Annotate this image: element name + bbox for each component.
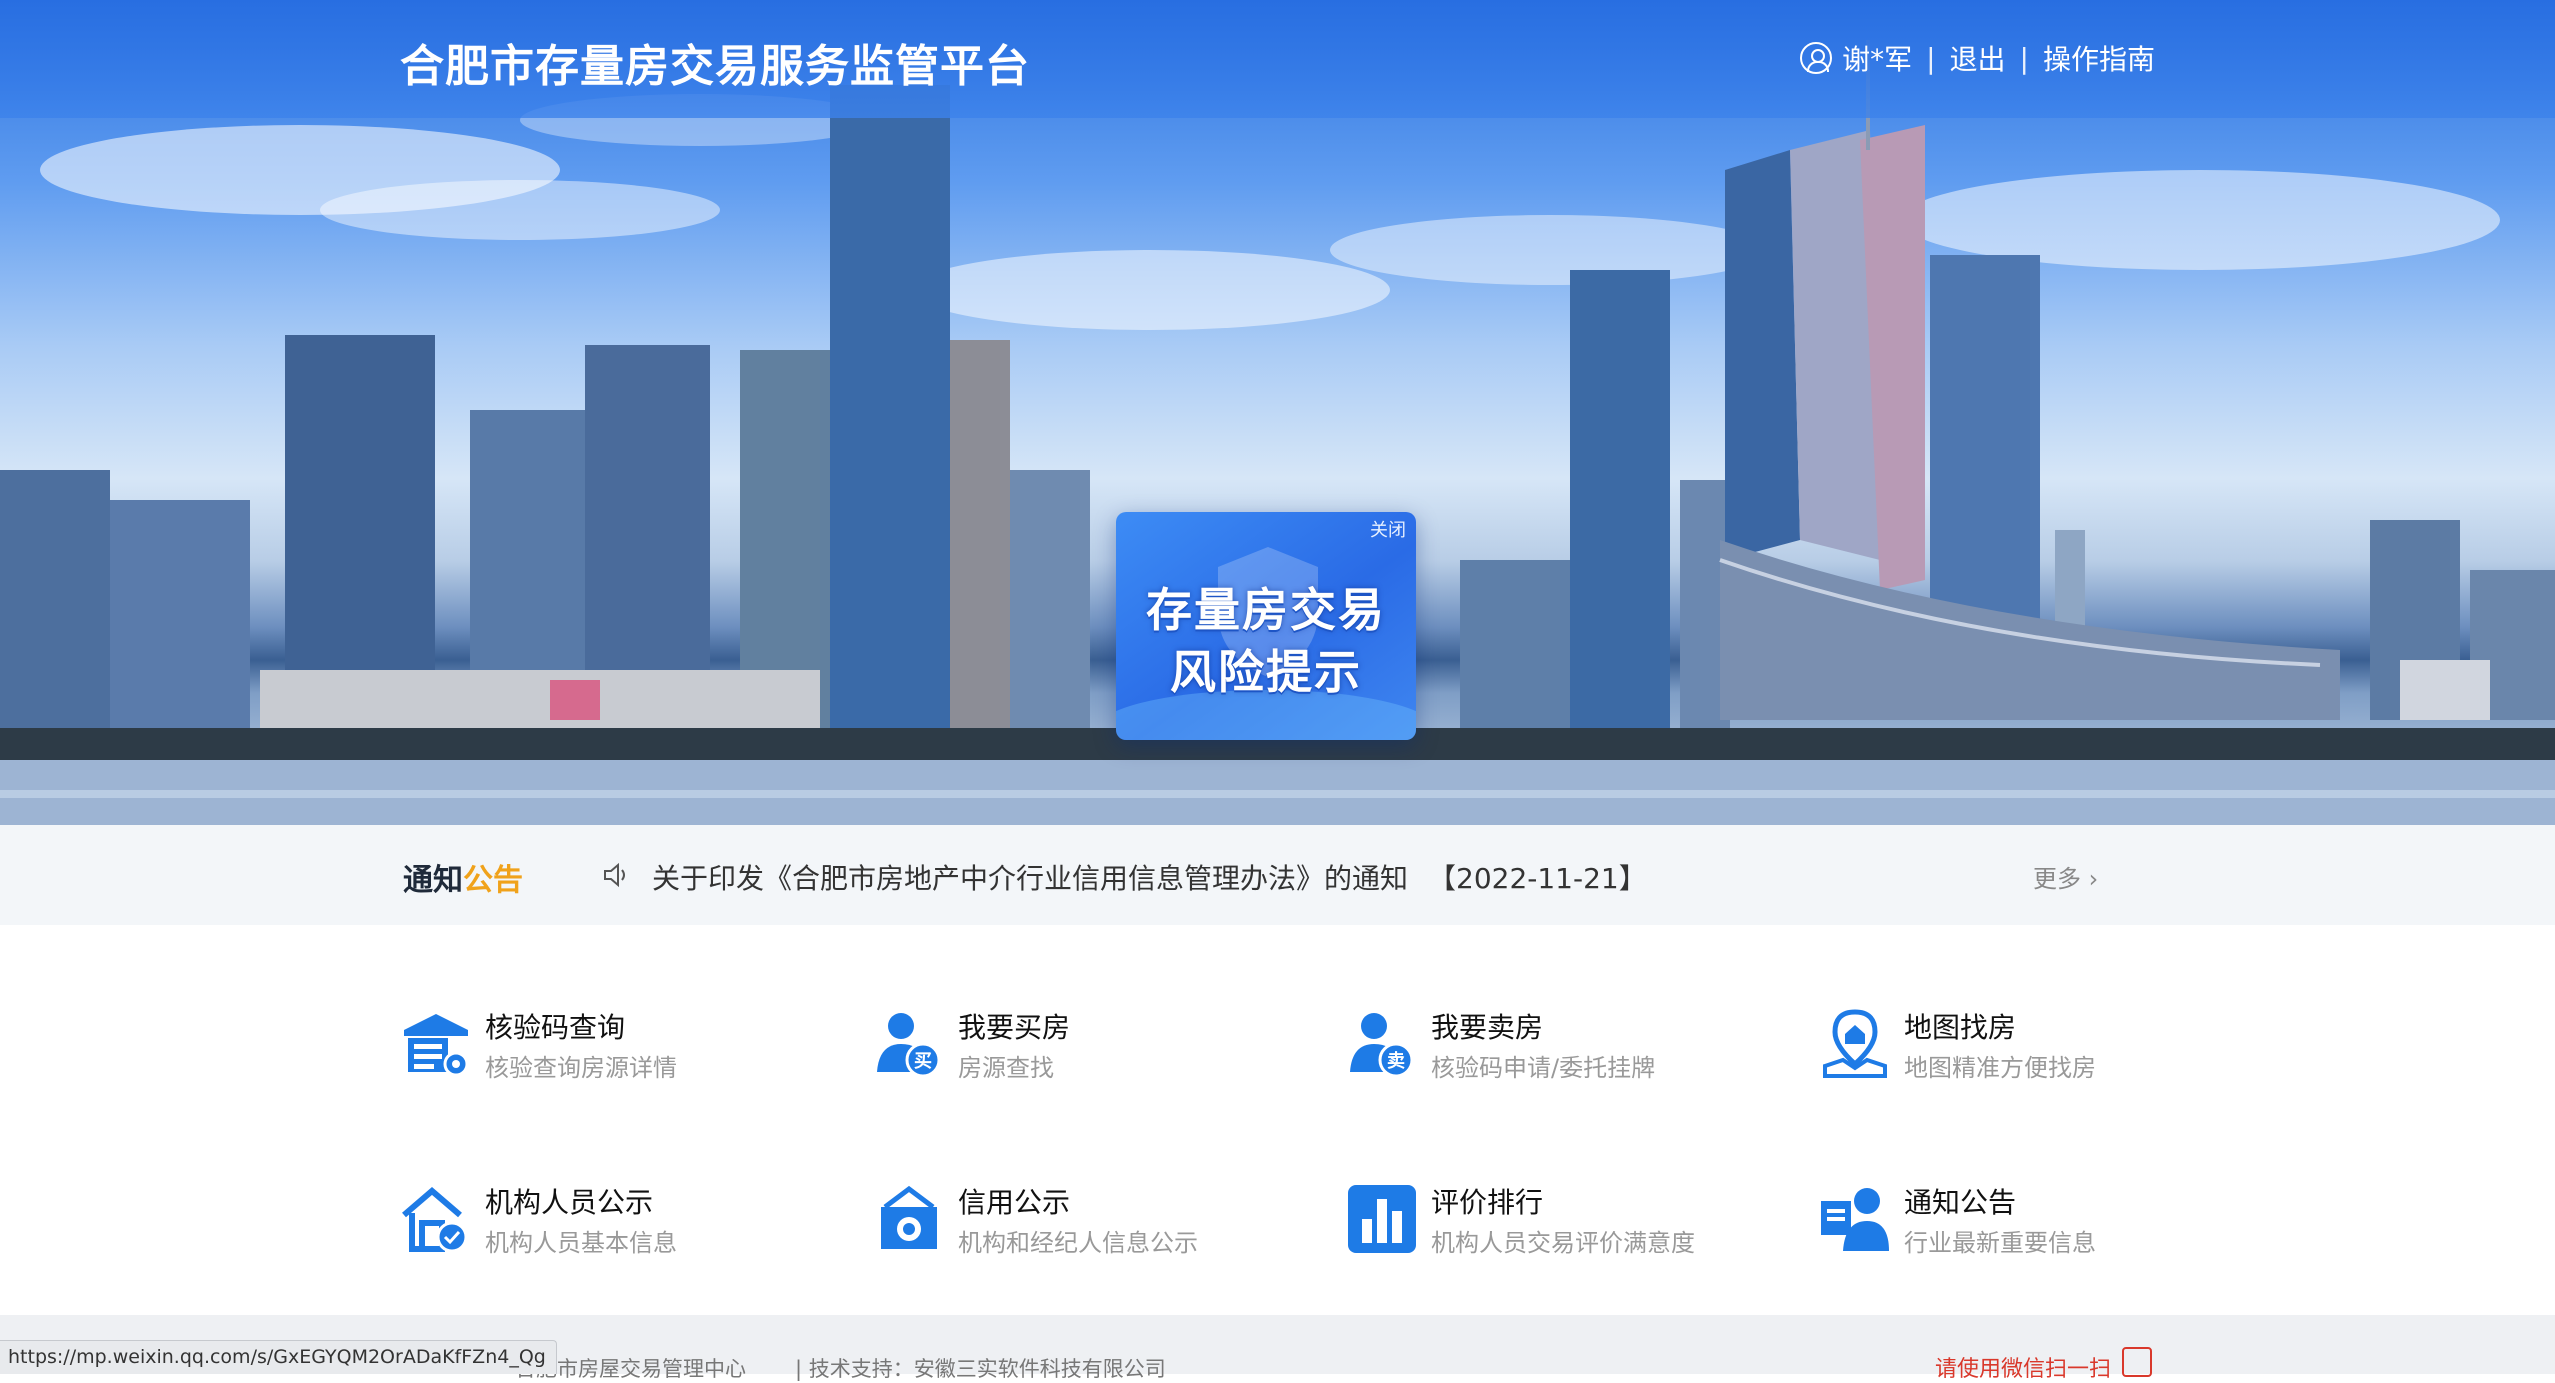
service-sell-house[interactable]: 卖 我要卖房 核验码申请/委托挂牌 — [1346, 1000, 1766, 1090]
operation-guide-link[interactable]: 操作指南 — [2043, 38, 2155, 78]
service-title: 通知公告 — [1904, 1186, 2017, 1219]
user-buy-icon: 买 — [877, 1013, 941, 1078]
popup-heading-line1: 存量房交易 — [1146, 583, 1386, 637]
risk-notice-popup[interactable]: 关闭 存量房交易 风险提示 — [1116, 512, 1416, 740]
svg-text:卖: 卖 — [1387, 1050, 1405, 1072]
user-navigation: 谢*军 | 退出 | 操作指南 — [1800, 38, 2155, 78]
footer-wechat-scan: 请使用微信扫一扫 — [1935, 1357, 2112, 1382]
building-gear-icon — [404, 1014, 469, 1077]
service-grid: 核验码查询 核验查询房源详情 买 我要买房 房源查找 卖 我要卖房 核验码申请/… — [0, 925, 2555, 1315]
service-description: 房源查找 — [958, 1054, 1054, 1082]
site-title: 合肥市存量房交易服务监管平台 — [400, 41, 1030, 92]
service-title: 机构人员公示 — [485, 1186, 654, 1219]
nav-separator: | — [1926, 41, 1936, 75]
notice-section-title: 通知公告 — [403, 855, 523, 899]
service-description: 机构和经纪人信息公示 — [958, 1229, 1198, 1257]
service-verify-code-query[interactable]: 核验码查询 核验查询房源详情 — [400, 1000, 820, 1090]
service-title: 我要卖房 — [1431, 1011, 1544, 1044]
popup-heading-line2: 风险提示 — [1170, 645, 1362, 699]
announcer-icon — [1821, 1188, 1889, 1251]
logout-link[interactable]: 退出 — [1950, 38, 2006, 78]
service-description: 地图精准方便找房 — [1904, 1054, 2096, 1082]
service-credit-disclosure[interactable]: 信用公示 机构和经纪人信息公示 — [873, 1175, 1293, 1265]
service-rating-ranking[interactable]: 评价排行 机构人员交易评价满意度 — [1346, 1175, 1766, 1265]
service-description: 核验查询房源详情 — [485, 1054, 677, 1082]
svg-text:买: 买 — [914, 1051, 932, 1072]
map-pin-house-icon — [1823, 1009, 1887, 1078]
service-description: 机构人员交易评价满意度 — [1431, 1229, 1695, 1257]
user-sell-icon: 卖 — [1350, 1013, 1414, 1078]
service-title: 地图找房 — [1904, 1011, 2017, 1044]
service-agency-staff-disclosure[interactable]: 机构人员公示 机构人员基本信息 — [400, 1175, 820, 1265]
browser-status-url: https://mp.weixin.qq.com/s/GxEGYQM2OrADa… — [0, 1340, 557, 1374]
hero-banner: 合肥市存量房交易服务监管平台 谢*军 | 退出 | 操作指南 关闭 存量房交易 … — [0, 0, 2555, 825]
service-title: 核验码查询 — [485, 1011, 626, 1044]
top-navigation-bar: 合肥市存量房交易服务监管平台 谢*军 | 退出 | 操作指南 — [0, 0, 2555, 118]
service-title: 我要买房 — [958, 1011, 1071, 1044]
house-check-icon — [402, 1187, 468, 1253]
popup-close-button[interactable]: 关闭 — [1370, 516, 1406, 542]
bar-chart-icon — [1348, 1185, 1416, 1253]
notice-date: 【2022-11-21】 — [1428, 862, 1647, 895]
user-avatar-icon — [1800, 42, 1833, 74]
service-title: 评价排行 — [1431, 1186, 1544, 1219]
service-description: 机构人员基本信息 — [485, 1229, 677, 1257]
notice-title-part1: 通知 — [403, 863, 463, 898]
user-name[interactable]: 谢*军 — [1842, 38, 1912, 78]
service-description: 核验码申请/委托挂牌 — [1431, 1054, 1656, 1082]
credit-medal-icon — [881, 1185, 937, 1249]
service-description: 行业最新重要信息 — [1904, 1229, 2096, 1257]
footer-tech-support: | 技术支持：安徽三实软件科技有限公司 — [795, 1357, 1166, 1381]
service-title: 信用公示 — [958, 1186, 1071, 1219]
service-notice-announcement[interactable]: 通知公告 行业最新重要信息 — [1819, 1175, 2239, 1265]
service-map-search[interactable]: 地图找房 地图精准方便找房 — [1819, 1000, 2239, 1090]
nav-separator: | — [2019, 41, 2029, 75]
notice-bar: 通知公告 关于印发《合肥市房地产中介行业信用信息管理办法》的通知 【2022-1… — [0, 825, 2555, 925]
speaker-icon — [604, 862, 625, 888]
link-icon[interactable] — [2122, 1347, 2152, 1377]
notice-headline-link[interactable]: 关于印发《合肥市房地产中介行业信用信息管理办法》的通知 — [652, 857, 1408, 897]
notice-more-link[interactable]: 更多 › — [2033, 859, 2098, 894]
service-buy-house[interactable]: 买 我要买房 房源查找 — [873, 1000, 1293, 1090]
notice-title-part2: 公告 — [463, 863, 523, 898]
